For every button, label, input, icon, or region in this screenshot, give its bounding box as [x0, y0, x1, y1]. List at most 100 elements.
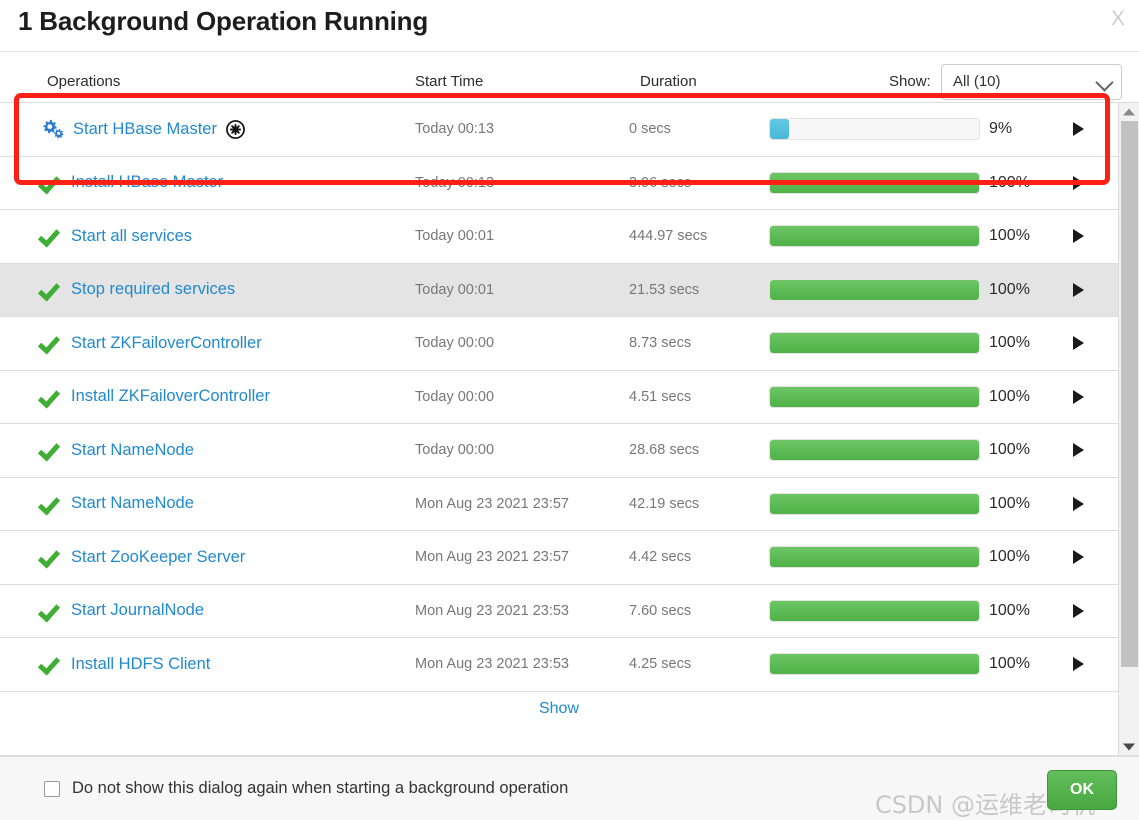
- duration-cell: 0 secs: [629, 121, 671, 138]
- operation-link[interactable]: Start NameNode: [71, 494, 194, 513]
- operation-link[interactable]: Install ZKFailoverController: [71, 387, 270, 406]
- table-row[interactable]: Install ZKFailoverController Today 00:00 4…: [0, 370, 1118, 424]
- start-time-cell: Mon Aug 23 2021 23:57: [415, 495, 569, 512]
- progress-bar-fill: [770, 600, 979, 621]
- check-icon: [40, 174, 62, 192]
- progress-bar: [769, 546, 980, 569]
- check-icon: [40, 548, 62, 566]
- duration-cell: 7.60 secs: [629, 602, 692, 619]
- duration-cell: 8.73 secs: [629, 335, 692, 352]
- expand-row-caret-icon[interactable]: [1073, 336, 1084, 351]
- do-not-show-again-row[interactable]: Do not show this dialog again when start…: [44, 779, 568, 798]
- expand-row-caret-icon[interactable]: [1073, 603, 1084, 618]
- ok-button[interactable]: OK: [1047, 770, 1117, 810]
- operation-link[interactable]: Start ZooKeeper Server: [71, 548, 245, 567]
- progress-percent: 100%: [989, 548, 1030, 566]
- start-time-cell: Today 00:00: [415, 442, 495, 459]
- operation-link[interactable]: Start NameNode: [71, 441, 194, 460]
- progress-bar-fill: [770, 440, 979, 461]
- duration-cell: 28.68 secs: [629, 442, 700, 459]
- chevron-down-icon: [1095, 73, 1114, 92]
- expand-row-caret-icon[interactable]: [1073, 175, 1084, 190]
- progress-bar-fill: [770, 386, 979, 407]
- table-row[interactable]: Start JournalNode Mon Aug 23 2021 23:53 7.…: [0, 584, 1118, 638]
- expand-row-caret-icon[interactable]: [1073, 389, 1084, 404]
- scroll-up-arrow-icon[interactable]: [1119, 103, 1139, 120]
- operation-link[interactable]: Install HBase Master: [71, 173, 223, 192]
- table-row[interactable]: Install HDFS Client Mon Aug 23 2021 23:53…: [0, 638, 1118, 692]
- operation-link[interactable]: Start ZKFailoverController: [71, 334, 262, 353]
- expand-row-caret-icon[interactable]: [1073, 229, 1084, 244]
- expand-row-caret-icon[interactable]: [1073, 282, 1084, 297]
- operation-cell: Install ZKFailoverController: [40, 387, 270, 406]
- operation-link[interactable]: Install HDFS Client: [71, 655, 210, 674]
- operation-cell: Start NameNode: [40, 494, 194, 513]
- show-filter-select[interactable]: All (10): [941, 64, 1122, 100]
- check-icon: [40, 281, 62, 299]
- progress-percent: 100%: [989, 387, 1030, 405]
- show-more-link[interactable]: Show: [0, 700, 1118, 718]
- column-header-start-time: Start Time: [415, 73, 484, 90]
- scroll-down-arrow-icon[interactable]: [1119, 738, 1139, 755]
- progress-bar-fill: [770, 279, 979, 300]
- progress-bar: [769, 225, 980, 248]
- background-operations-dialog: 1 Background Operation Running X Operati…: [0, 0, 1139, 820]
- progress-percent: 100%: [989, 280, 1030, 298]
- check-icon: [40, 334, 62, 352]
- do-not-show-again-label: Do not show this dialog again when start…: [72, 779, 569, 797]
- progress-bar-fill: [770, 333, 979, 354]
- operation-cell: Start ZooKeeper Server: [40, 548, 245, 567]
- check-icon: [40, 388, 62, 406]
- expand-row-caret-icon[interactable]: [1073, 496, 1084, 511]
- table-row[interactable]: Start ZooKeeper Server Mon Aug 23 2021 23…: [0, 531, 1118, 585]
- scrollbar-thumb[interactable]: [1121, 121, 1138, 667]
- table-row[interactable]: Start HBase Master Today 00:13 0 secs 9%: [0, 103, 1118, 157]
- operation-link[interactable]: Stop required services: [71, 280, 235, 299]
- duration-cell: 4.42 secs: [629, 549, 692, 566]
- table-row[interactable]: Start NameNode Today 00:00 28.68 secs 100%: [0, 424, 1118, 478]
- abort-circle-icon[interactable]: [226, 119, 245, 139]
- close-icon[interactable]: X: [1111, 8, 1125, 29]
- operations-table-wrapper: Start HBase Master Today 00:13 0 secs 9% Ins…: [0, 102, 1139, 755]
- progress-bar: [769, 332, 980, 355]
- operation-link[interactable]: Start JournalNode: [71, 601, 204, 620]
- operation-cell: Start all services: [40, 227, 192, 246]
- progress-bar: [769, 278, 980, 301]
- page-title: 1 Background Operation Running: [18, 6, 429, 36]
- cogs-icon: [40, 119, 64, 139]
- progress-bar: [769, 439, 980, 462]
- duration-cell: 4.25 secs: [629, 656, 692, 673]
- operation-cell: Install HBase Master: [40, 173, 223, 192]
- operation-link[interactable]: Start all services: [71, 227, 192, 246]
- expand-row-caret-icon[interactable]: [1073, 657, 1084, 672]
- expand-row-caret-icon[interactable]: [1073, 122, 1084, 137]
- duration-cell: 3.96 secs: [629, 174, 692, 191]
- start-time-cell: Mon Aug 23 2021 23:53: [415, 656, 569, 673]
- progress-bar-fill: [770, 172, 979, 193]
- column-header-operations: Operations: [47, 73, 121, 90]
- operation-cell: Install HDFS Client: [40, 655, 210, 674]
- duration-cell: 4.51 secs: [629, 388, 692, 405]
- table-row[interactable]: Start NameNode Mon Aug 23 2021 23:57 42.19…: [0, 477, 1118, 531]
- column-header-duration: Duration: [640, 73, 697, 90]
- expand-row-caret-icon[interactable]: [1073, 443, 1084, 458]
- vertical-scrollbar[interactable]: [1118, 103, 1139, 755]
- start-time-cell: Mon Aug 23 2021 23:57: [415, 549, 569, 566]
- table-row[interactable]: Install HBase Master Today 00:13 3.96 secs…: [0, 156, 1118, 210]
- check-icon: [40, 602, 62, 620]
- progress-bar-fill: [770, 119, 789, 140]
- table-row[interactable]: Start ZKFailoverController Today 00:00 8.7…: [0, 317, 1118, 371]
- operation-cell: Stop required services: [40, 280, 235, 299]
- table-row[interactable]: Start all services Today 00:01 444.97 secs…: [0, 210, 1118, 264]
- operation-link[interactable]: Start HBase Master: [73, 120, 217, 139]
- progress-percent: 9%: [989, 120, 1013, 138]
- show-filter-value: All (10): [953, 73, 1001, 90]
- duration-cell: 444.97 secs: [629, 228, 708, 245]
- table-row[interactable]: Stop required services Today 00:01 21.53 s…: [0, 263, 1118, 317]
- expand-row-caret-icon[interactable]: [1073, 550, 1084, 565]
- progress-bar: [769, 118, 980, 141]
- progress-percent: 100%: [989, 173, 1030, 191]
- progress-percent: 100%: [989, 494, 1030, 512]
- do-not-show-again-checkbox[interactable]: [44, 780, 60, 797]
- progress-bar: [769, 385, 980, 408]
